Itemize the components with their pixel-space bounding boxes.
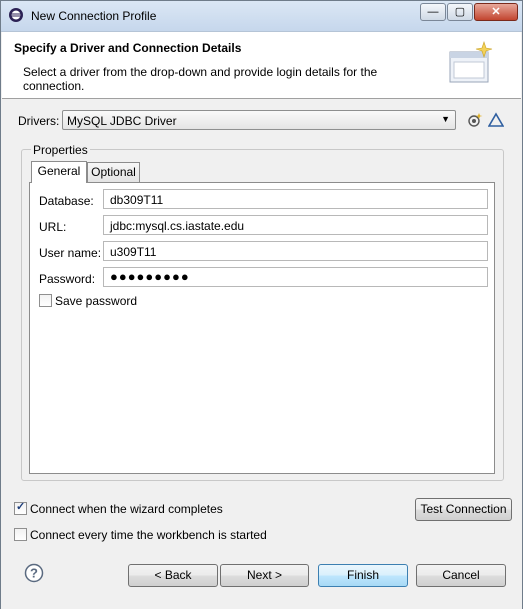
drivers-label: Drivers: <box>18 114 60 128</box>
username-field[interactable]: u309T11 <box>103 241 488 261</box>
page-title: Specify a Driver and Connection Details <box>14 41 242 55</box>
page-description: Select a driver from the drop-down and p… <box>23 65 378 93</box>
url-value: jdbc:mysql.cs.iastate.edu <box>110 219 245 233</box>
back-button[interactable]: < Back <box>128 564 218 587</box>
edit-driver-icon[interactable] <box>488 112 504 128</box>
window-bottom-edge <box>1 601 522 609</box>
cancel-button[interactable]: Cancel <box>416 564 506 587</box>
title-bar[interactable]: New Connection Profile — ▢ ✕ <box>1 1 522 32</box>
connect-every-time-checkbox[interactable] <box>14 528 27 541</box>
eclipse-icon <box>9 8 23 22</box>
connect-every-time-label: Connect every time the workbench is star… <box>30 528 267 542</box>
password-value: ●●●●●●●●● <box>110 269 190 284</box>
database-field[interactable]: db309T11 <box>103 189 488 209</box>
next-button[interactable]: Next > <box>220 564 309 587</box>
svg-text:?: ? <box>30 566 38 581</box>
username-value: u309T11 <box>110 245 157 259</box>
minimize-button[interactable]: — <box>420 3 446 21</box>
username-label: User name: <box>39 246 102 260</box>
wizard-banner-icon <box>449 41 493 83</box>
finish-button[interactable]: Finish <box>318 564 408 587</box>
url-field[interactable]: jdbc:mysql.cs.iastate.edu <box>103 215 488 235</box>
save-password-label: Save password <box>55 294 138 308</box>
database-label: Database: <box>39 194 94 208</box>
dialog-window: New Connection Profile — ▢ ✕ Specify a D… <box>0 0 523 609</box>
password-field[interactable]: ●●●●●●●●● <box>103 267 488 287</box>
drivers-dropdown[interactable]: MySQL JDBC Driver ▼ <box>62 110 456 130</box>
help-icon[interactable]: ? <box>24 563 44 583</box>
connect-on-complete-checkbox[interactable] <box>14 500 27 515</box>
database-value: db309T11 <box>110 193 164 207</box>
chevron-down-icon: ▼ <box>441 114 450 124</box>
wizard-header: Specify a Driver and Connection Details … <box>2 32 521 99</box>
maximize-button[interactable]: ▢ <box>447 3 473 21</box>
connect-on-complete-label: Connect when the wizard completes <box>30 502 223 516</box>
new-driver-icon[interactable] <box>467 112 483 128</box>
window-title: New Connection Profile <box>31 9 157 23</box>
save-password-checkbox[interactable] <box>39 294 52 307</box>
tab-optional[interactable]: Optional <box>87 162 140 182</box>
tab-general[interactable]: General <box>31 161 87 183</box>
properties-group-label: Properties <box>31 143 90 157</box>
test-connection-button[interactable]: Test Connection <box>415 498 512 521</box>
close-button[interactable]: ✕ <box>474 3 518 21</box>
url-label: URL: <box>39 220 67 234</box>
password-label: Password: <box>39 272 96 286</box>
drivers-selected-value: MySQL JDBC Driver <box>67 114 177 128</box>
